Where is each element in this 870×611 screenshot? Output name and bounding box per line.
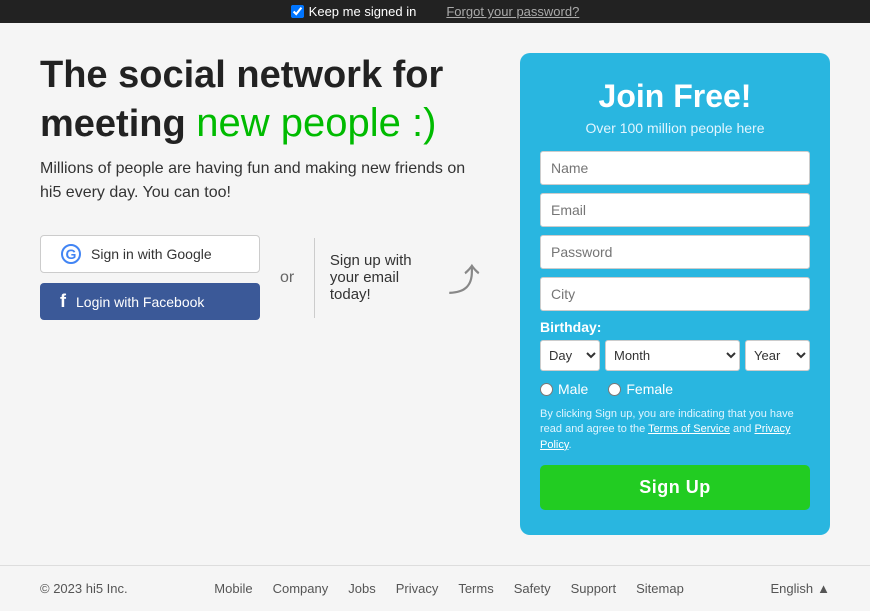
footer-link-privacy[interactable]: Privacy [396, 581, 439, 596]
gender-female-radio[interactable] [608, 383, 621, 396]
vertical-divider [314, 238, 315, 318]
email-input[interactable] [540, 193, 810, 227]
gender-female-label[interactable]: Female [608, 381, 673, 397]
top-bar: Keep me signed in Forgot your password? [0, 0, 870, 23]
hero-description: Millions of people are having fun and ma… [40, 157, 480, 205]
footer-link-support[interactable]: Support [571, 581, 617, 596]
city-input[interactable] [540, 277, 810, 311]
keep-signed-label: Keep me signed in [309, 4, 417, 19]
google-label: Sign in with Google [91, 246, 212, 262]
birthday-row: Day 12345 678910 1112131415 1617181920 2… [540, 340, 810, 371]
join-subtitle: Over 100 million people here [540, 120, 810, 136]
keep-signed-checkbox[interactable] [291, 5, 304, 18]
keep-signed-area: Keep me signed in [291, 4, 417, 19]
footer-link-terms[interactable]: Terms [458, 581, 493, 596]
month-select[interactable]: Month JanuaryFebruaryMarch AprilMayJune … [605, 340, 740, 371]
signup-email-area: Sign up with your email today! ⤴ [330, 252, 480, 303]
gender-row: Male Female [540, 381, 810, 397]
terms-text-area: By clicking Sign up, you are indicating … [540, 407, 810, 453]
signup-email-label: Sign up with your email today! [330, 252, 438, 303]
day-select[interactable]: Day 12345 678910 1112131415 1617181920 2… [540, 340, 600, 371]
gender-male-radio[interactable] [540, 383, 553, 396]
google-icon: G [61, 244, 81, 264]
gender-male-text: Male [558, 381, 588, 397]
birthday-label: Birthday: [540, 319, 810, 335]
arrow-icon: ⤴ [448, 255, 480, 301]
headline-part2: meeting [40, 103, 186, 145]
gender-female-text: Female [626, 381, 673, 397]
name-input[interactable] [540, 151, 810, 185]
auth-buttons: G Sign in with Google f Login with Faceb… [40, 235, 260, 320]
forgot-password-link[interactable]: Forgot your password? [446, 4, 579, 19]
footer-link-sitemap[interactable]: Sitemap [636, 581, 684, 596]
join-card: Join Free! Over 100 million people here … [520, 53, 830, 535]
terms-of-service-link[interactable]: Terms of Service [648, 423, 730, 435]
auth-area: G Sign in with Google f Login with Faceb… [40, 235, 480, 320]
footer-link-company[interactable]: Company [273, 581, 329, 596]
language-label: English [770, 581, 813, 596]
headline: The social network for meeting new peopl… [40, 53, 480, 147]
password-input[interactable] [540, 235, 810, 269]
gender-male-label[interactable]: Male [540, 381, 588, 397]
headline-part1: The social network for [40, 54, 443, 96]
copyright: © 2023 hi5 Inc. [40, 581, 128, 596]
facebook-icon: f [60, 291, 66, 312]
footer-links: Mobile Company Jobs Privacy Terms Safety… [214, 581, 684, 596]
or-label: or [280, 269, 294, 286]
footer-link-mobile[interactable]: Mobile [214, 581, 252, 596]
and-text: and [733, 423, 751, 435]
chevron-up-icon: ▲ [817, 581, 830, 596]
facebook-label: Login with Facebook [76, 294, 204, 310]
main-content: The social network for meeting new peopl… [0, 23, 870, 565]
footer: © 2023 hi5 Inc. Mobile Company Jobs Priv… [0, 565, 870, 611]
join-title: Join Free! [540, 78, 810, 115]
footer-link-safety[interactable]: Safety [514, 581, 551, 596]
left-section: The social network for meeting new peopl… [40, 53, 500, 535]
or-divider: or [275, 269, 299, 287]
google-signin-button[interactable]: G Sign in with Google [40, 235, 260, 273]
signup-button[interactable]: Sign Up [540, 465, 810, 510]
footer-link-jobs[interactable]: Jobs [348, 581, 375, 596]
facebook-login-button[interactable]: f Login with Facebook [40, 283, 260, 320]
headline-cursive: new people :) [196, 101, 436, 145]
footer-language[interactable]: English ▲ [770, 581, 830, 596]
year-select[interactable]: Year 2005200420032002 2001200019991998 1… [745, 340, 810, 371]
